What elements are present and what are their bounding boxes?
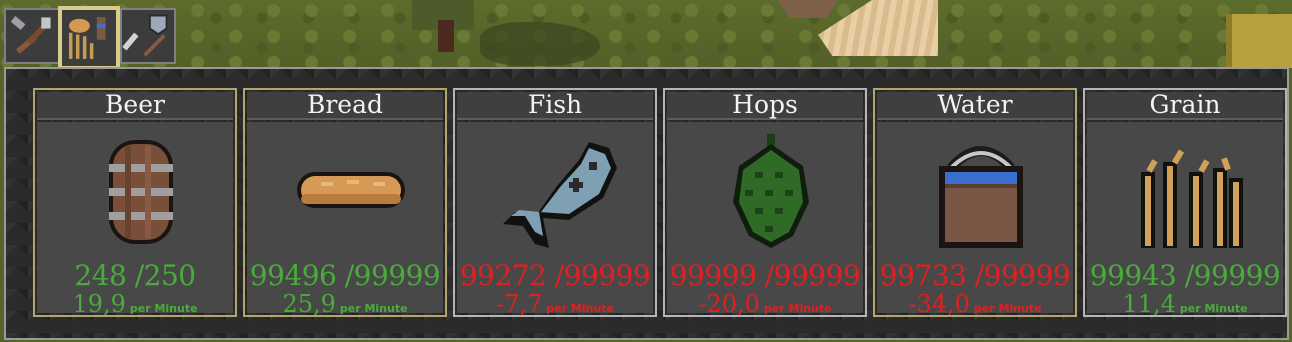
resource-rate: -34,0 per Minute (877, 290, 1073, 318)
rate-unit: per Minute (546, 302, 614, 315)
rate-unit: per Minute (339, 302, 408, 315)
hops-icon (733, 134, 809, 248)
water-bucket-icon (939, 146, 1023, 248)
game-world-background (0, 0, 1292, 70)
resource-name: Fish (457, 92, 653, 120)
resource-rate: -7,7 per Minute (457, 290, 653, 318)
resource-rate: 25,9 per Minute (247, 290, 443, 318)
rate-value: 25,9 (282, 290, 336, 318)
rate-unit: per Minute (973, 302, 1042, 315)
rate-value: -34,0 (908, 290, 970, 318)
fish-icon (503, 142, 617, 248)
resource-card-bread[interactable]: Bread 99496 /99999 25,9 per Minute (243, 88, 447, 318)
bread-icon (297, 172, 405, 208)
resource-card-hops[interactable]: Hops 99999 /99999 -20,0 per Minute (663, 88, 867, 318)
hay-bale (1226, 14, 1292, 68)
resource-rate: 19,9 per Minute (37, 290, 233, 318)
resource-rate: -20,0 per Minute (667, 290, 863, 318)
resource-name: Grain (1087, 92, 1283, 120)
tab-tools[interactable] (4, 8, 60, 64)
tree-shadow (480, 22, 600, 66)
resource-body: 99733 /99999 -34,0 per Minute (877, 122, 1073, 318)
rate-value: -20,0 (698, 290, 760, 318)
resource-name: Hops (667, 92, 863, 120)
resource-amount: 99733 /99999 (879, 259, 1071, 292)
resource-rate: 11,4 per Minute (1087, 290, 1283, 318)
food-icon (68, 17, 106, 59)
rate-value: 11,4 (1122, 290, 1176, 318)
tools-icon (10, 15, 51, 54)
resource-amount: 99943 /99999 (1089, 259, 1281, 292)
resource-amount: 99272 /99999 (459, 259, 651, 292)
resource-name: Water (877, 92, 1073, 120)
tab-weapons[interactable] (120, 8, 176, 64)
weapons-icon (122, 14, 168, 57)
rate-value: -7,7 (496, 290, 543, 318)
resource-body: 99496 /99999 25,9 per Minute (247, 122, 443, 318)
resource-card-fish[interactable]: Fish 99272 /99999 -7,7 per Minute (453, 88, 657, 318)
rate-unit: per Minute (1179, 302, 1248, 315)
resource-card-grain[interactable]: Grain 99943 /99999 11,4 per Minute (1083, 88, 1287, 318)
resource-body: 248 /250 19,9 per Minute (37, 122, 233, 318)
rate-unit: per Minute (763, 302, 832, 315)
resource-card-beer[interactable]: Beer 248 /250 19,9 per Minute (33, 88, 237, 318)
resource-name: Bread (247, 92, 443, 120)
resource-body: 99272 /99999 -7,7 per Minute (457, 122, 653, 318)
resource-body: 99999 /99999 -20,0 per Minute (667, 122, 863, 318)
tree-trunk (438, 20, 454, 52)
barrel-icon (109, 140, 173, 244)
grain-icon (1141, 149, 1243, 248)
resource-amount: 248 /250 (74, 259, 196, 292)
resource-amount: 99999 /99999 (669, 259, 861, 292)
tab-food[interactable] (58, 6, 120, 70)
rate-value: 19,9 (72, 290, 126, 318)
resource-card-water[interactable]: Water 99733 /99999 -34,0 per Minute (873, 88, 1077, 318)
resource-body: 99943 /99999 11,4 per Minute (1087, 122, 1283, 318)
resource-amount: 99496 /99999 (249, 259, 441, 292)
resource-name: Beer (37, 92, 233, 120)
rate-unit: per Minute (129, 302, 198, 315)
